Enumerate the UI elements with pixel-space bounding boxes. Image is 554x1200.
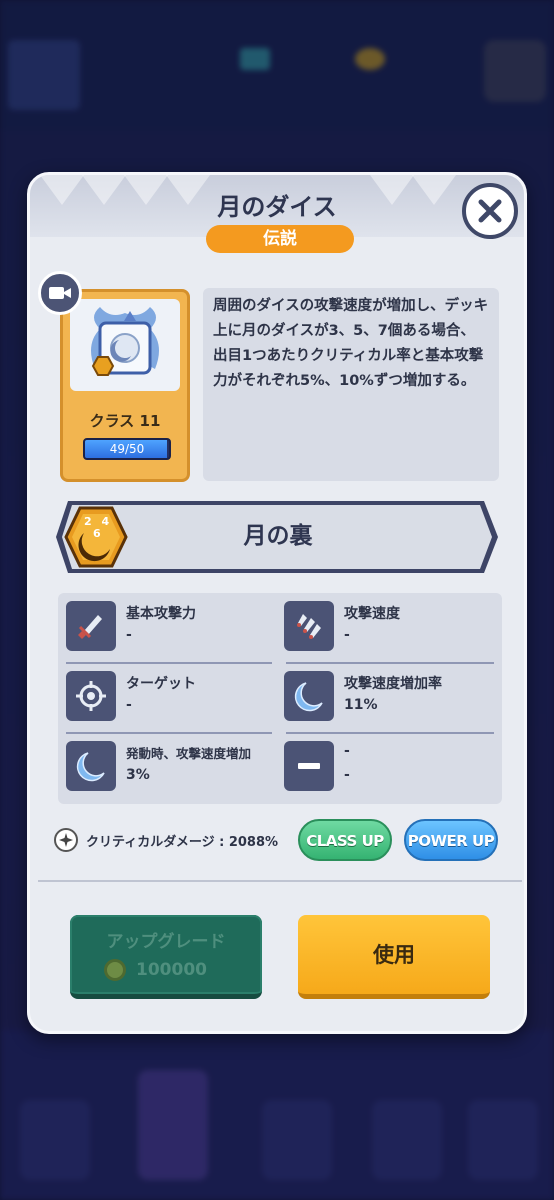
stat-value: - (344, 627, 350, 643)
stat-value: 3% (126, 767, 150, 783)
section-divider (38, 880, 522, 882)
upgrade-cost: 100000 (104, 959, 207, 981)
upgrade-cost-value: 100000 (136, 960, 207, 980)
dice-info-dialog: 月のダイス 伝説 クラス 11 49/50 周囲のダイスの攻撃速度が増加し、デッ… (27, 172, 527, 1034)
stat-label: - (344, 743, 350, 759)
stat-label: ターゲット (126, 676, 196, 692)
coin-icon (104, 959, 126, 981)
stat-attack-speed: 攻撃速度 - (276, 593, 486, 661)
stat-label: 攻撃速度増加率 (344, 676, 442, 692)
rarity-badge: 伝説 (206, 225, 354, 253)
attack-speed-icon (284, 601, 334, 651)
stat-base-attack: 基本攻撃力 - (58, 593, 268, 661)
minus-icon (284, 741, 334, 791)
critical-damage-text: クリティカルダメージ : 2088% (86, 834, 279, 850)
stat-target: ターゲット - (58, 663, 268, 731)
stat-label: 基本攻撃力 (126, 606, 196, 622)
stat-on-trigger-speed: 発動時、攻撃速度増加 3% (58, 733, 268, 801)
crescent-moon-icon (284, 671, 334, 721)
class-progress-bar: 49/50 (83, 438, 171, 460)
stat-attack-speed-rate: 攻撃速度増加率 11% (276, 663, 486, 731)
power-up-button[interactable]: POWER UP (404, 819, 498, 861)
video-preview-button[interactable] (38, 271, 82, 315)
crescent-moon-icon (66, 741, 116, 791)
dice-card: クラス 11 49/50 (60, 289, 190, 482)
upgrade-label: アップグレード (106, 932, 226, 952)
stat-value: - (126, 697, 132, 713)
stat-empty: - - (276, 733, 486, 801)
dice-description: 周囲のダイスの攻撃速度が増加し、デッキ上に月のダイスが3、5、7個ある場合、出目… (203, 288, 499, 481)
use-button[interactable]: 使用 (298, 915, 490, 999)
dialog-title: 月のダイス (217, 193, 337, 221)
upgrade-button[interactable]: アップグレード 100000 (70, 915, 262, 999)
class-label: クラス 11 (89, 412, 161, 430)
class-up-button[interactable]: CLASS UP (298, 819, 392, 861)
class-progress-text: 49/50 (109, 442, 145, 456)
sword-icon (66, 601, 116, 651)
critical-icon (54, 828, 78, 852)
stat-value: - (126, 627, 132, 643)
skill-name: 月の裏 (243, 523, 313, 549)
critical-damage-row: クリティカルダメージ : 2088% (54, 827, 278, 853)
stat-value: - (344, 767, 350, 783)
video-camera-icon (49, 287, 71, 299)
stat-value: 11% (344, 697, 378, 713)
target-icon (66, 671, 116, 721)
moon-dice-image (70, 299, 180, 391)
close-button[interactable] (462, 183, 518, 239)
stat-label: 攻撃速度 (344, 606, 400, 622)
skill-banner: 2 4 6 月の裏 (54, 497, 502, 577)
stats-panel: 基本攻撃力 - 攻撃速度 - ターゲット - 攻撃速度増加率 11% 発動時、攻… (58, 593, 502, 804)
stat-label: 発動時、攻撃速度増加 (126, 746, 252, 761)
close-icon (478, 199, 502, 223)
